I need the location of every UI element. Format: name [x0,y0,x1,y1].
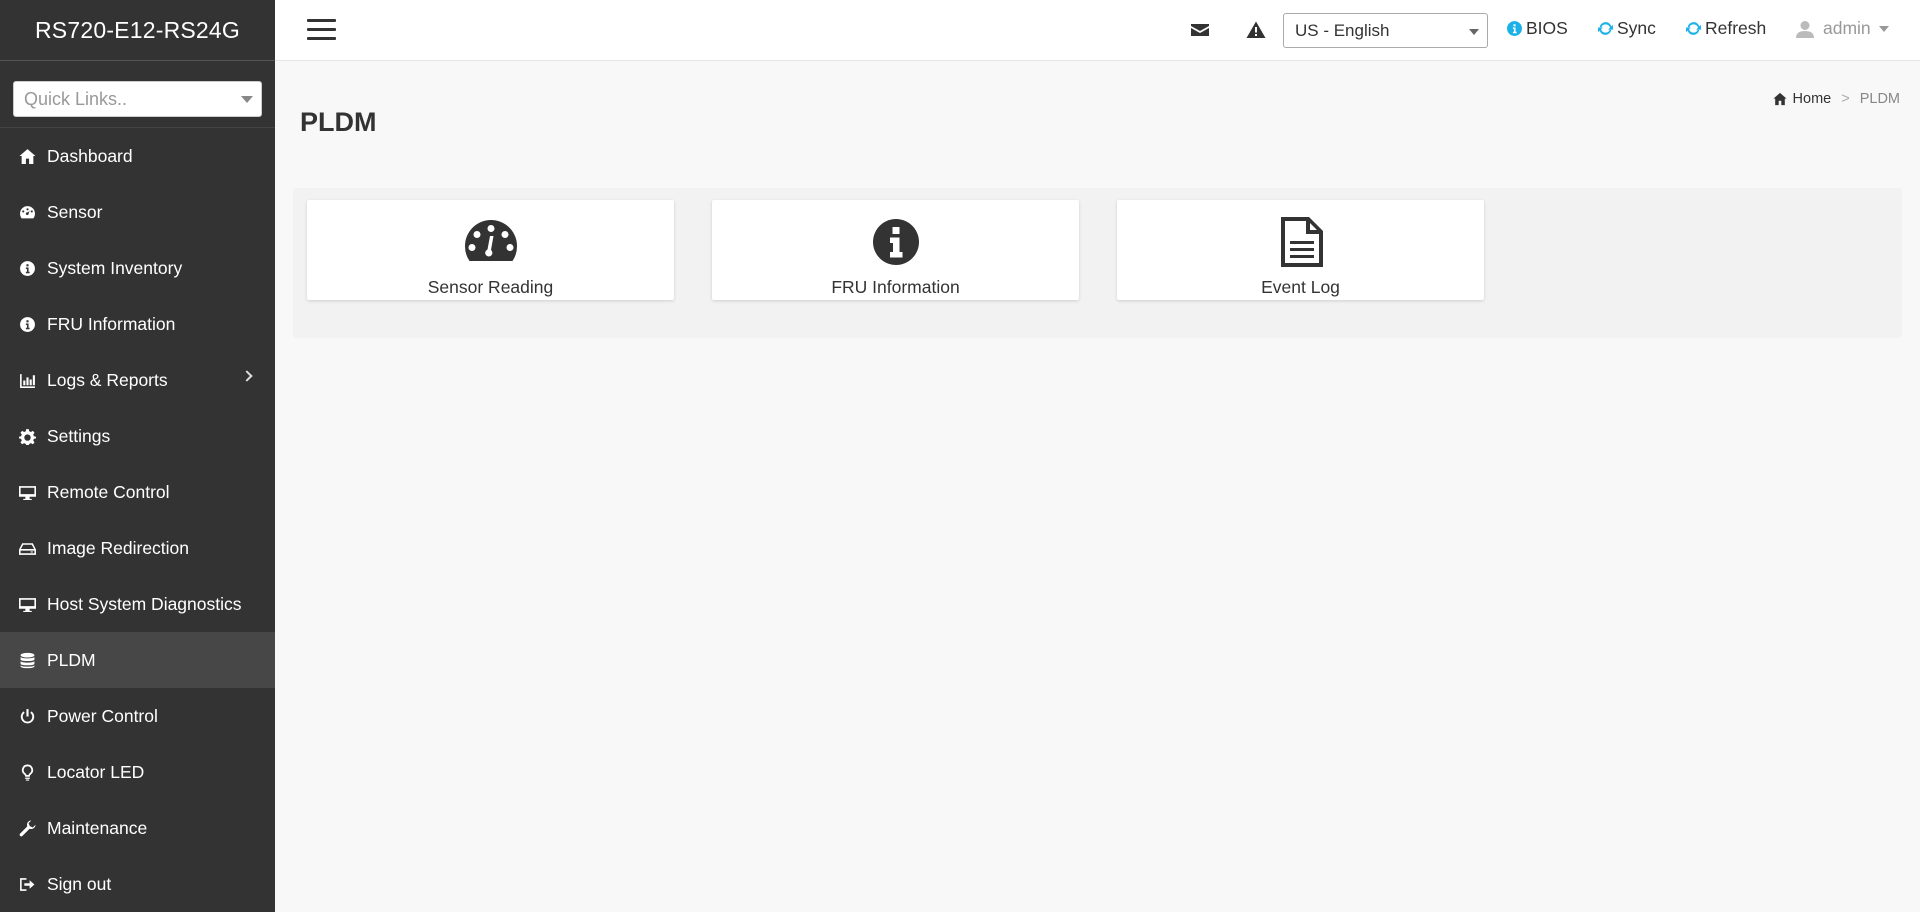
info-circle-icon [1507,21,1522,36]
caret-down-icon [1469,29,1479,35]
sidebar-item-sensor[interactable]: Sensor [0,184,275,240]
file-text-icon [1117,216,1484,268]
gear-icon [18,427,36,445]
breadcrumb: Home > PLDM [1772,91,1900,107]
refresh-icon [1686,22,1701,35]
sidebar-item-fru-information[interactable]: FRU Information [0,296,275,352]
breadcrumb-home-link[interactable]: Home [1793,91,1832,107]
home-icon [1772,92,1787,106]
breadcrumb-separator: > [1841,91,1850,107]
sidebar-item-label: Power Control [47,705,158,726]
sidebar-nav: Dashboard Sensor System Inventory FRU In… [0,127,275,912]
page-title: PLDM [300,107,377,137]
envelope-icon[interactable] [1190,20,1210,40]
caret-down-icon [241,96,253,103]
sync-label: Sync [1617,18,1656,38]
sidebar: RS720-E12-RS24G Quick Links.. Dashboard … [0,0,275,912]
sidebar-item-label: Host System Diagnostics [47,593,242,614]
sidebar-item-label: System Inventory [47,257,183,278]
quick-links-placeholder: Quick Links.. [24,88,128,109]
database-icon [18,651,36,669]
sidebar-item-label: PLDM [47,649,96,670]
sidebar-item-image-redirection[interactable]: Image Redirection [0,520,275,576]
top-header: US - English BIOS Sync Refresh admin [275,0,1920,61]
sidebar-item-settings[interactable]: Settings [0,408,275,464]
sidebar-item-host-system-diagnostics[interactable]: Host System Diagnostics [0,576,275,632]
sidebar-item-sign-out[interactable]: Sign out [0,856,275,912]
sidebar-item-label: Image Redirection [47,537,190,558]
sidebar-item-system-inventory[interactable]: System Inventory [0,240,275,296]
sensor-reading-card[interactable]: Sensor Reading [307,200,674,300]
bar-chart-icon [18,371,36,389]
breadcrumb-current: PLDM [1859,91,1900,107]
desktop-icon [18,595,36,613]
bios-button[interactable]: BIOS [1506,18,1568,39]
info-circle-icon [18,259,36,277]
info-circle-icon [18,315,36,333]
refresh-button[interactable]: Refresh [1685,18,1766,39]
pldm-panel: Sensor Reading FRU Information Event Log [293,188,1902,338]
wrench-icon [18,819,36,837]
sidebar-item-locator-led[interactable]: Locator LED [0,744,275,800]
chevron-right-icon [241,370,253,382]
language-select[interactable]: US - English [1283,13,1488,48]
sidebar-item-logs-reports[interactable]: Logs & Reports [0,352,275,408]
card-label: Event Log [1261,277,1340,297]
tachometer-icon [18,203,36,221]
home-icon [18,147,36,165]
card-label: FRU Information [831,277,960,297]
sidebar-item-label: FRU Information [47,313,176,334]
sidebar-item-label: Sensor [47,201,103,222]
caret-down-icon [1878,25,1889,32]
event-log-card[interactable]: Event Log [1117,200,1484,300]
sidebar-item-dashboard[interactable]: Dashboard [0,128,275,184]
tachometer-icon [307,216,674,268]
sync-icon [1598,22,1613,35]
sidebar-item-label: Locator LED [47,761,145,782]
brand-title: RS720-E12-RS24G [0,0,275,61]
menu-toggle-icon[interactable] [307,19,336,41]
language-value: US - English [1295,20,1390,40]
user-label: admin [1823,18,1871,38]
sync-button[interactable]: Sync [1597,18,1656,39]
sidebar-item-label: Remote Control [47,481,170,502]
sidebar-item-maintenance[interactable]: Maintenance [0,800,275,856]
sidebar-item-remote-control[interactable]: Remote Control [0,464,275,520]
warning-icon[interactable] [1246,20,1266,40]
sidebar-item-label: Dashboard [47,145,133,166]
sidebar-item-label: Maintenance [47,817,148,838]
fru-information-card[interactable]: FRU Information [712,200,1079,300]
sidebar-item-label: Logs & Reports [47,369,168,390]
power-icon [18,707,36,725]
info-circle-icon [712,216,1079,268]
quick-links-select[interactable]: Quick Links.. [13,81,262,117]
sign-out-icon [18,875,36,893]
sidebar-item-label: Sign out [47,873,112,894]
lightbulb-icon [18,763,36,781]
sidebar-item-power-control[interactable]: Power Control [0,688,275,744]
refresh-label: Refresh [1705,18,1767,38]
user-menu[interactable]: admin [1795,18,1889,39]
user-icon [1796,20,1814,38]
bios-label: BIOS [1526,18,1568,38]
sidebar-item-pldm[interactable]: PLDM [0,632,275,688]
card-label: Sensor Reading [427,277,554,297]
sidebar-item-label: Settings [47,425,111,446]
desktop-icon [18,483,36,501]
hdd-icon [18,539,36,557]
